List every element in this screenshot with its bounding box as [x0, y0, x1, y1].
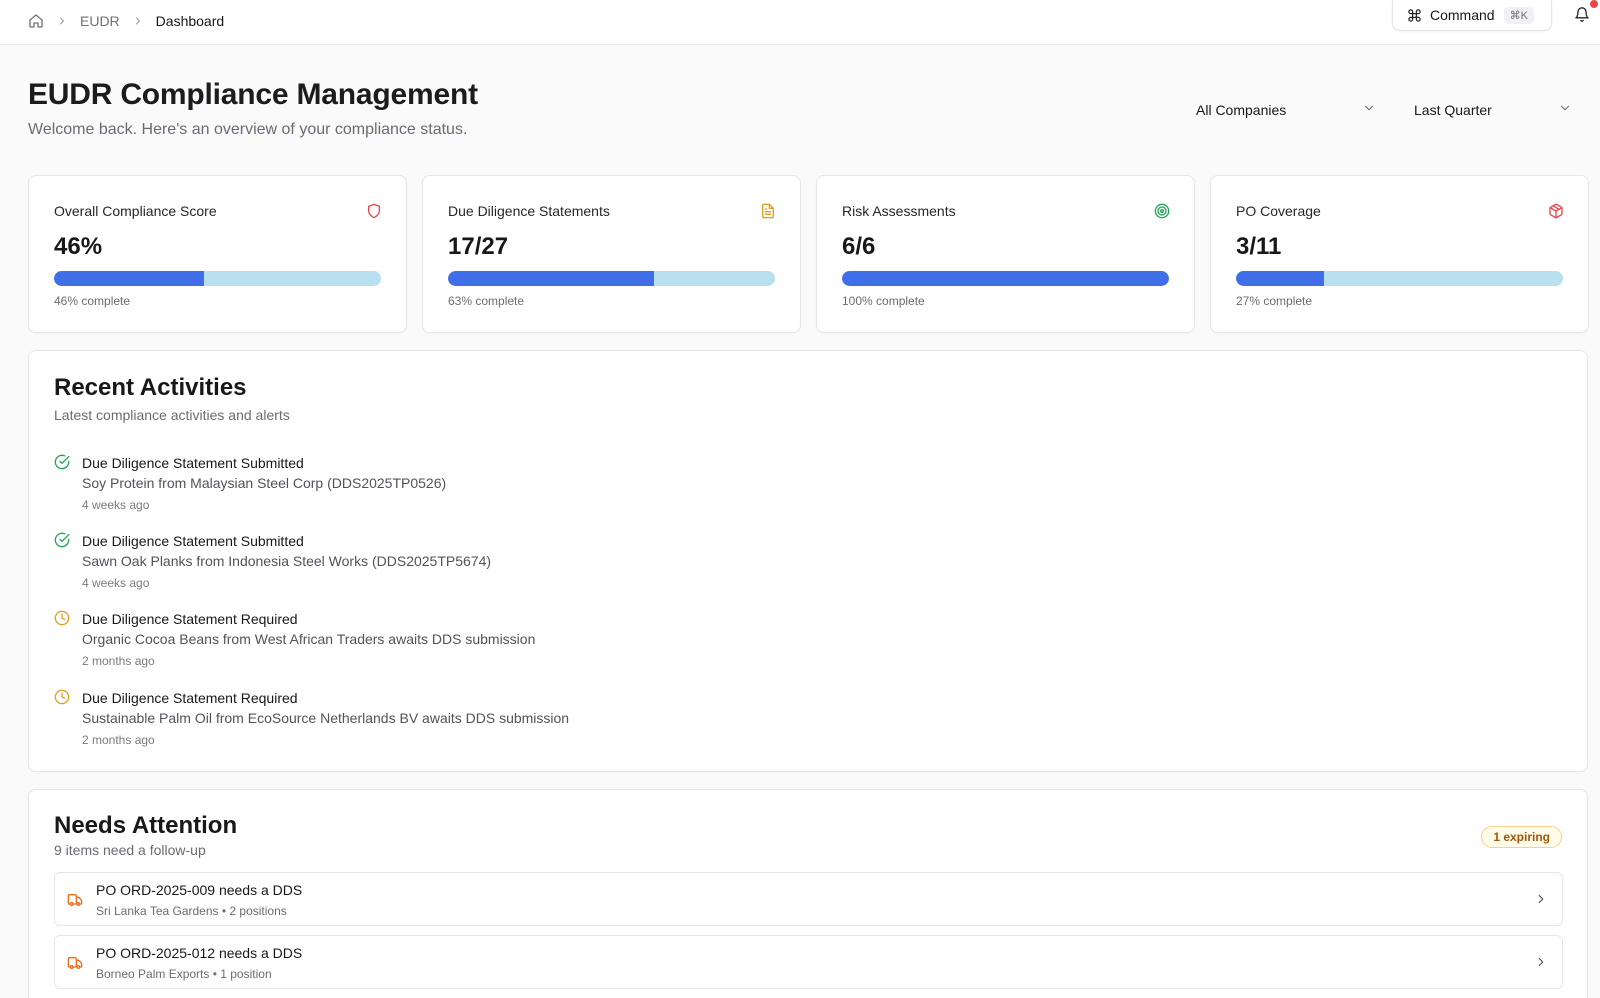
period-select[interactable]: Last Quarter: [1414, 99, 1572, 121]
activity-description: Soy Protein from Malaysian Steel Corp (D…: [82, 475, 447, 491]
activity-time: 4 weeks ago: [82, 576, 150, 590]
page-title: EUDR Compliance Management: [28, 78, 478, 111]
progress-fill: [842, 271, 1169, 286]
activity-item[interactable]: Due Diligence Statement Required Organic…: [54, 609, 954, 685]
stat-value: 3/11: [1236, 233, 1282, 260]
target-icon: [1154, 203, 1170, 219]
clock-icon: [54, 610, 70, 626]
notification-dot: [1590, 0, 1598, 8]
bell-icon[interactable]: [1574, 6, 1590, 23]
chevron-down-icon: [1558, 101, 1572, 115]
recent-activities-card: Recent Activities Latest compliance acti…: [28, 350, 1588, 772]
stat-label: Overall Compliance Score: [54, 203, 217, 219]
activity-title: Due Diligence Statement Submitted: [82, 455, 304, 471]
stat-label: PO Coverage: [1236, 203, 1321, 219]
chevron-right-icon: [56, 15, 68, 27]
breadcrumb-link-eudr[interactable]: EUDR: [80, 13, 120, 29]
stat-caption: 100% complete: [842, 294, 925, 308]
activity-title: Due Diligence Statement Required: [82, 690, 298, 706]
stat-caption: 63% complete: [448, 294, 525, 308]
top-bar: EUDR Dashboard Command ⌘K: [0, 0, 1600, 45]
progress-fill: [448, 271, 654, 286]
home-icon[interactable]: [28, 13, 44, 29]
attention-item-title: PO ORD-2025-012 needs a DDS: [96, 945, 303, 961]
clock-icon: [54, 689, 70, 705]
package-icon: [1548, 203, 1564, 219]
company-select[interactable]: All Companies: [1196, 99, 1376, 121]
company-select-value: All Companies: [1196, 102, 1287, 118]
progress-bar: [1236, 271, 1563, 286]
document-icon: [760, 203, 776, 219]
attention-item-title: PO ORD-2025-009 needs a DDS: [96, 882, 303, 898]
attention-item-subtitle: Sri Lanka Tea Gardens • 2 positions: [96, 904, 287, 918]
attention-item-subtitle: Borneo Palm Exports • 1 position: [96, 967, 272, 981]
activity-title: Due Diligence Statement Submitted: [82, 533, 304, 549]
stat-value: 6/6: [842, 233, 876, 260]
activity-time: 2 months ago: [82, 733, 155, 747]
progress-fill: [1236, 271, 1325, 286]
period-select-value: Last Quarter: [1414, 102, 1492, 118]
progress-bar: [54, 271, 381, 286]
progress-bar: [842, 271, 1169, 286]
command-icon: [1407, 8, 1422, 23]
section-subtitle: 9 items need a follow-up: [54, 842, 206, 858]
command-shortcut: ⌘K: [1503, 6, 1534, 24]
truck-icon: [67, 955, 83, 971]
stat-value: 17/27: [448, 233, 509, 260]
command-label: Command: [1430, 7, 1495, 23]
breadcrumb: EUDR Dashboard: [28, 13, 224, 29]
activity-title: Due Diligence Statement Required: [82, 611, 298, 627]
activity-time: 4 weeks ago: [82, 498, 150, 512]
attention-item[interactable]: PO ORD-2025-012 needs a DDS Borneo Palm …: [54, 935, 1563, 989]
chevron-right-icon: [1534, 955, 1548, 969]
needs-attention-card: Needs Attention 9 items need a follow-up…: [28, 789, 1588, 998]
activity-item[interactable]: Due Diligence Statement Submitted Soy Pr…: [54, 453, 954, 529]
activity-description: Organic Cocoa Beans from West African Tr…: [82, 631, 536, 647]
stat-card-po-coverage: PO Coverage 3/11 27% complete: [1210, 175, 1589, 333]
stat-label: Risk Assessments: [842, 203, 956, 219]
activity-description: Sawn Oak Planks from Indonesia Steel Wor…: [82, 553, 492, 569]
shield-icon: [366, 203, 382, 219]
truck-icon: [67, 892, 83, 908]
stat-caption: 27% complete: [1236, 294, 1313, 308]
breadcrumb-current: Dashboard: [155, 13, 225, 29]
progress-bar: [448, 271, 775, 286]
activity-description: Sustainable Palm Oil from EcoSource Neth…: [82, 710, 570, 726]
command-button[interactable]: Command ⌘K: [1392, 0, 1552, 31]
stat-card-compliance-score: Overall Compliance Score 46% 46% complet…: [28, 175, 407, 333]
stat-card-risk-assessments: Risk Assessments 6/6 100% complete: [816, 175, 1195, 333]
activity-item[interactable]: Due Diligence Statement Required Sustain…: [54, 688, 954, 764]
progress-fill: [54, 271, 205, 286]
chevron-right-icon: [1534, 892, 1548, 906]
section-title: Needs Attention: [54, 812, 238, 839]
stat-value: 46%: [54, 233, 103, 260]
page-subtitle: Welcome back. Here's an overview of your…: [28, 121, 468, 138]
section-title: Recent Activities: [54, 374, 247, 401]
section-subtitle: Latest compliance activities and alerts: [54, 407, 290, 423]
chevron-right-icon: [132, 15, 144, 27]
attention-item[interactable]: PO ORD-2025-009 needs a DDS Sri Lanka Te…: [54, 872, 1563, 926]
check-circle-icon: [54, 454, 70, 470]
stat-caption: 46% complete: [54, 294, 131, 308]
stat-card-dds: Due Diligence Statements 17/27 63% compl…: [422, 175, 801, 333]
activity-item[interactable]: Due Diligence Statement Submitted Sawn O…: [54, 531, 954, 607]
expiring-badge: 1 expiring: [1481, 826, 1562, 848]
activity-time: 2 months ago: [82, 654, 155, 668]
stat-label: Due Diligence Statements: [448, 203, 610, 219]
check-circle-icon: [54, 532, 70, 548]
chevron-down-icon: [1362, 101, 1376, 115]
